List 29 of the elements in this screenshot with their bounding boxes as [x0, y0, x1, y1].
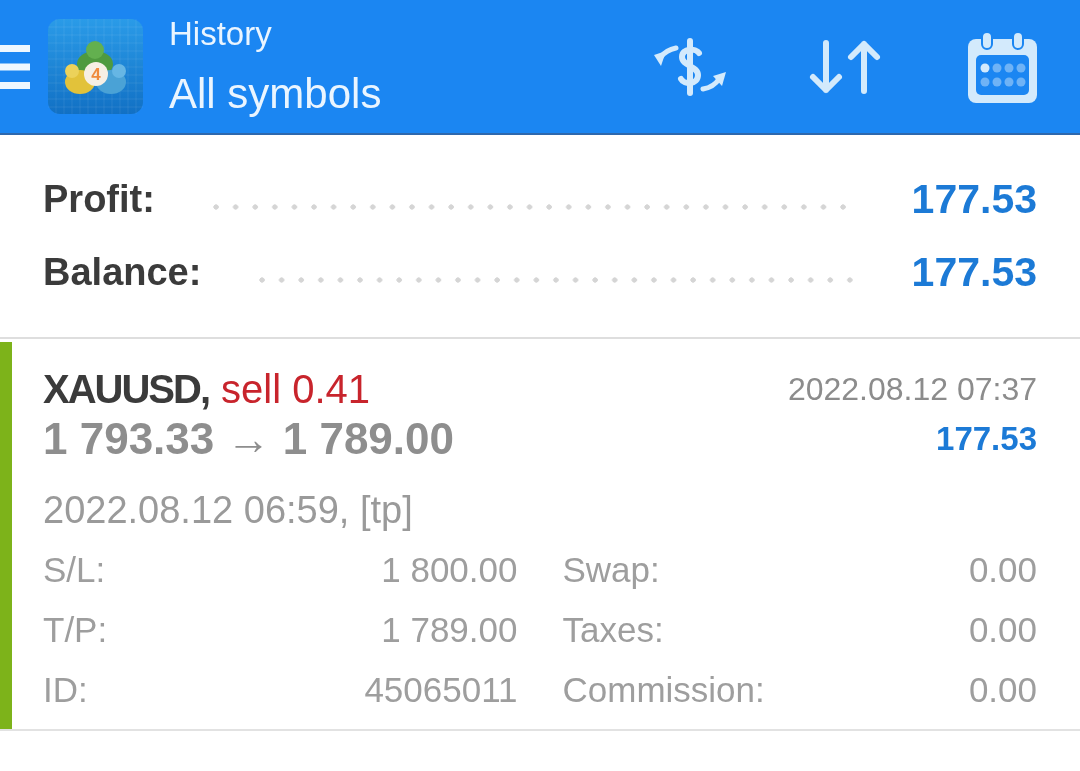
field-label: Swap:	[562, 550, 660, 590]
field-value: 0.00	[968, 670, 1037, 710]
symbol-label: XAUUSD,	[43, 366, 210, 412]
order-label: sell 0.41	[221, 366, 370, 412]
field-value: 45065011	[364, 670, 518, 710]
menu-icon[interactable]	[0, 44, 30, 89]
deal-card[interactable]: XAUUSD, sell 0.41 2022.08.12 07:37 1 793.33 → 1 789.00 177.53 2022.08.12 06:59, [tp] S/L: 1 800.00 Swap: 0.00 T/P: 1 789.00 Taxes: 0.00 ID: 45065011 Commission: 0.00	[0, 342, 1080, 731]
field-label: ID:	[43, 670, 88, 710]
field-label: Commission:	[562, 670, 765, 710]
price-range: 1 793.33 → 1 789.00	[43, 414, 454, 464]
field-label: Taxes:	[562, 610, 664, 650]
field-value: 0.00	[968, 610, 1037, 650]
summary-value: 177.53	[911, 249, 1037, 296]
open-time: 2022.08.12 06:59, [tp]	[43, 488, 413, 532]
field-value: 1 800.00	[381, 550, 518, 590]
deal-profit: 177.53	[936, 420, 1037, 458]
dollar-exchange-icon[interactable]	[652, 37, 728, 96]
sort-icon[interactable]	[808, 38, 882, 95]
summary-label: Balance:	[43, 251, 202, 294]
field-label: S/L:	[43, 550, 106, 590]
calendar-icon[interactable]	[968, 30, 1037, 103]
screen-title: History	[169, 14, 272, 54]
summary-label: Profit:	[43, 178, 155, 221]
field-value: 0.00	[968, 550, 1037, 590]
field-value: 1 789.00	[381, 610, 518, 650]
field-label: T/P:	[43, 610, 108, 650]
close-time: 2022.08.12 07:37	[787, 370, 1037, 408]
summary-value: 177.53	[911, 176, 1037, 223]
app-logo-icon: 4	[48, 19, 143, 114]
